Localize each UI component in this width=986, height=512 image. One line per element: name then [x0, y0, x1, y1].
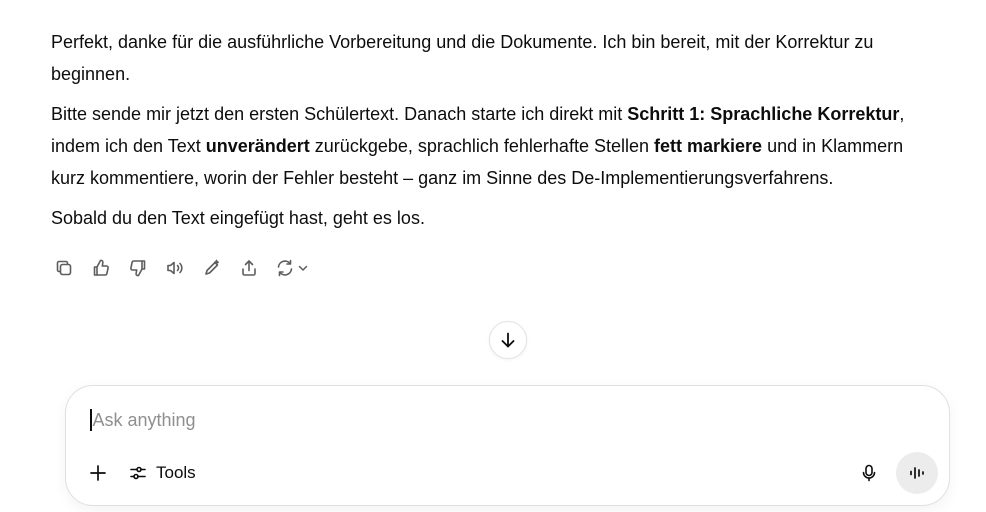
thumbs-down-button[interactable] — [122, 252, 154, 284]
bold-segment: unverändert — [205, 136, 310, 156]
regenerate-button[interactable] — [270, 252, 314, 284]
assistant-message: Perfekt, danke für die ausführliche Vorb… — [51, 26, 931, 242]
composer: Ask anything Tools — [65, 385, 950, 506]
thumbs-down-icon — [130, 260, 146, 277]
bold-segment: Schritt 1: Sprachliche Korrektur — [627, 104, 900, 124]
plus-icon — [90, 465, 106, 481]
copy-icon — [56, 260, 72, 276]
text-segment: zurückgebe, sprachlich fehlerhafte Stell… — [309, 136, 654, 156]
message-paragraph-3: Sobald du den Text eingefügt hast, geht … — [51, 208, 425, 228]
regenerate-icon — [277, 259, 293, 277]
dictate-button[interactable] — [854, 458, 884, 488]
edit-button[interactable] — [196, 252, 228, 284]
tools-button[interactable]: Tools — [128, 459, 196, 487]
prompt-input[interactable]: Ask anything — [90, 408, 196, 432]
read-aloud-icon — [167, 261, 183, 275]
edit-icon — [205, 259, 219, 275]
bold-segment: fett markiere — [654, 136, 763, 156]
share-button[interactable] — [233, 252, 265, 284]
arrow-down-icon — [501, 332, 515, 348]
text-caret — [90, 409, 92, 431]
tools-label: Tools — [156, 463, 196, 482]
copy-button[interactable] — [48, 252, 80, 284]
prompt-placeholder: Ask anything — [92, 409, 196, 430]
chevron-down-icon — [298, 265, 308, 271]
text-segment: Bitte sende mir jetzt den ersten Schüler… — [51, 104, 628, 124]
voice-mode-button[interactable] — [896, 452, 938, 494]
voice-waveform-icon — [910, 467, 924, 479]
message-paragraph-2: Bitte sende mir jetzt den ersten Schüler… — [51, 98, 931, 194]
microphone-icon — [862, 464, 876, 482]
scroll-to-bottom-button[interactable] — [489, 321, 527, 359]
message-actions — [48, 252, 314, 284]
share-icon — [242, 260, 256, 276]
thumbs-up-button[interactable] — [85, 252, 117, 284]
add-attachment-button[interactable] — [84, 459, 112, 487]
thumbs-up-icon — [93, 259, 109, 276]
message-paragraph-1: Perfekt, danke für die ausführliche Vorb… — [51, 32, 874, 84]
read-aloud-button[interactable] — [159, 252, 191, 284]
tools-sliders-icon — [130, 466, 146, 480]
